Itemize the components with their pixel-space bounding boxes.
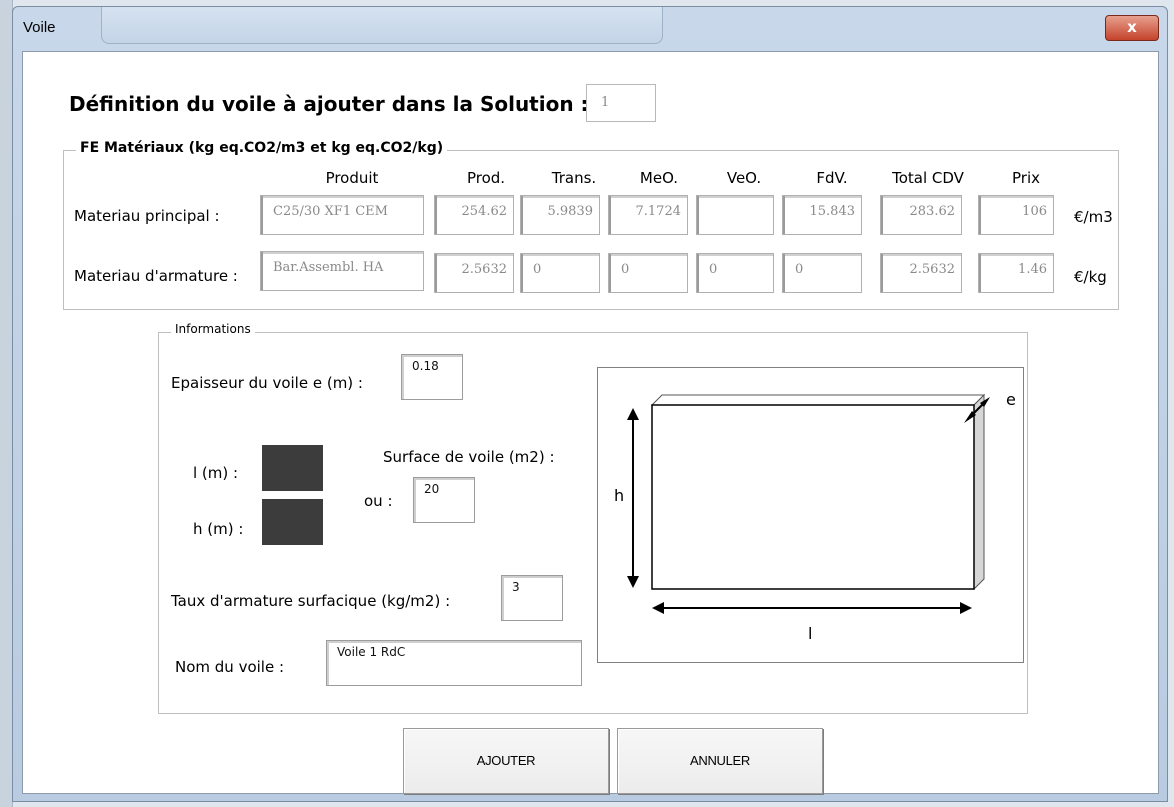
close-icon: x bbox=[1127, 18, 1137, 36]
unit-m3: €/m3 bbox=[1074, 208, 1113, 226]
background-window-overlap bbox=[101, 7, 663, 44]
wall-diagram: e h l bbox=[597, 367, 1024, 663]
materiau-armature-fdv[interactable]: 0 bbox=[782, 253, 862, 293]
wall-diagram-svg bbox=[627, 393, 990, 614]
materiau-principal-prix[interactable]: 106 bbox=[978, 195, 1054, 235]
ou-label: ou : bbox=[364, 492, 393, 510]
close-button[interactable]: x bbox=[1105, 15, 1159, 41]
wall-top-face bbox=[650, 394, 986, 406]
dialog-client-area: Définition du voile à ajouter dans la So… bbox=[22, 51, 1159, 794]
materials-frame: FE Matériaux (kg eq.CO2/m3 et kg eq.CO2/… bbox=[63, 140, 1119, 310]
materiau-armature-trans[interactable]: 0 bbox=[520, 253, 600, 293]
column-header-meo: MeO. bbox=[639, 169, 679, 187]
epaisseur-label: Epaisseur du voile e (m) : bbox=[171, 374, 363, 392]
materiau-armature-total[interactable]: 2.5632 bbox=[880, 253, 962, 293]
column-header-total-cdv: Total CDV bbox=[892, 169, 964, 187]
epaisseur-input[interactable]: 0.18 bbox=[401, 354, 463, 400]
materials-frame-legend: FE Matériaux (kg eq.CO2/m3 et kg eq.CO2/… bbox=[76, 140, 448, 156]
materiau-armature-produit[interactable]: Bar.Assembl. HA bbox=[260, 251, 424, 291]
height-arrow bbox=[627, 408, 639, 588]
h-input[interactable] bbox=[262, 499, 323, 545]
materiau-armature-prod[interactable]: 2.5632 bbox=[434, 253, 514, 293]
materiau-principal-produit[interactable]: C25/30 XF1 CEM bbox=[260, 195, 424, 235]
surface-input[interactable]: 20 bbox=[413, 477, 475, 523]
materiau-principal-fdv[interactable]: 15.843 bbox=[782, 195, 862, 235]
column-header-prix: Prix bbox=[1012, 169, 1040, 187]
nom-label: Nom du voile : bbox=[175, 658, 285, 676]
materiau-principal-trans[interactable]: 5.9839 bbox=[520, 195, 600, 235]
materiau-armature-veo[interactable]: 0 bbox=[696, 253, 774, 293]
materiau-principal-prod[interactable]: 254.62 bbox=[434, 195, 514, 235]
diagram-e-label: e bbox=[1006, 390, 1016, 409]
taux-input[interactable]: 3 bbox=[501, 575, 563, 621]
wall-side-face bbox=[973, 393, 985, 591]
row-label-materiau-principal: Materiau principal : bbox=[74, 207, 220, 225]
diagram-l-label: l bbox=[808, 624, 813, 643]
materiau-armature-meo[interactable]: 0 bbox=[608, 253, 688, 293]
taux-label: Taux d'armature surfacique (kg/m2) : bbox=[171, 592, 451, 610]
surface-label: Surface de voile (m2) : bbox=[383, 448, 555, 466]
annuler-button[interactable]: ANNULER bbox=[617, 728, 823, 794]
diagram-h-label: h bbox=[614, 486, 625, 505]
l-input[interactable] bbox=[262, 445, 323, 491]
materiau-armature-prix[interactable]: 1.46 bbox=[978, 253, 1054, 293]
wall-front-face bbox=[651, 404, 975, 590]
voile-dialog: Voile x Définition du voile à ajouter da… bbox=[12, 6, 1168, 802]
unit-kg: €/kg bbox=[1074, 268, 1107, 286]
nom-input[interactable]: Voile 1 RdC bbox=[326, 640, 582, 686]
h-label: h (m) : bbox=[193, 520, 244, 538]
l-label: l (m) : bbox=[193, 464, 239, 482]
materiau-principal-veo[interactable] bbox=[696, 195, 774, 235]
page-title: Définition du voile à ajouter dans la So… bbox=[69, 92, 589, 116]
solution-number-field[interactable]: 1 bbox=[586, 84, 656, 122]
ajouter-button[interactable]: AJOUTER bbox=[403, 728, 609, 794]
column-header-prod: Prod. bbox=[466, 169, 506, 187]
title-bar[interactable]: Voile x bbox=[13, 7, 1167, 51]
column-header-trans: Trans. bbox=[551, 169, 597, 187]
materiau-principal-total[interactable]: 283.62 bbox=[880, 195, 962, 235]
column-header-fdv: FdV. bbox=[816, 169, 848, 187]
informations-frame-legend: Informations bbox=[171, 322, 255, 336]
column-header-veo: VeO. bbox=[726, 169, 762, 187]
column-header-produit: Produit bbox=[325, 169, 379, 187]
window-title: Voile bbox=[23, 19, 56, 36]
row-label-materiau-armature: Materiau d'armature : bbox=[74, 267, 238, 285]
materiau-principal-meo[interactable]: 7.1724 bbox=[608, 195, 688, 235]
length-arrow bbox=[652, 602, 972, 614]
